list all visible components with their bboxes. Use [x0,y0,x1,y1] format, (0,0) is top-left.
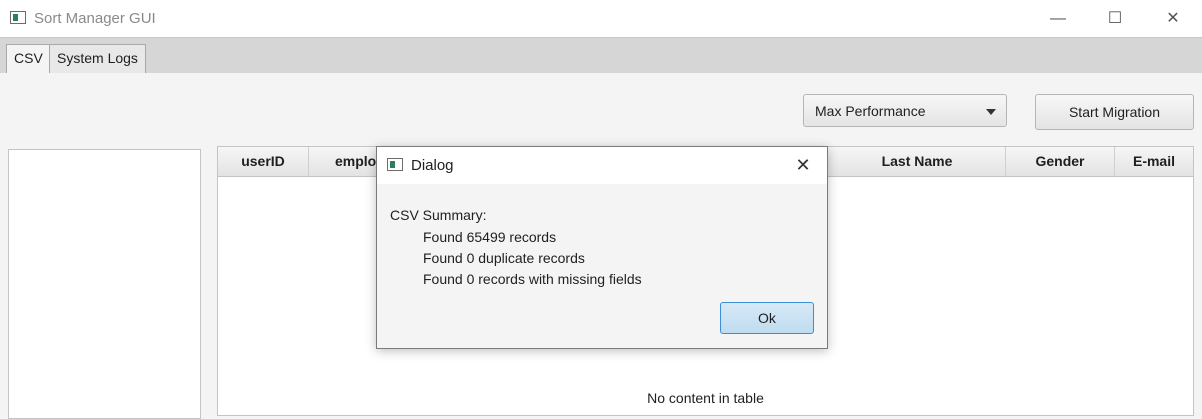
window-titlebar: Sort Manager GUI — ☐ ✕ [0,0,1202,37]
dialog-titlebar: Dialog ✕ [377,147,827,184]
column-header-gender[interactable]: Gender [1006,147,1115,176]
start-migration-button[interactable]: Start Migration [1035,94,1194,130]
file-list[interactable] [8,149,201,419]
column-header-email[interactable]: E-mail [1115,147,1193,176]
summary-heading: CSV Summary: [390,207,487,223]
tab-csv[interactable]: CSV [6,44,51,74]
summary-line: Found 0 duplicate records [423,250,585,266]
summary-line: Found 0 records with missing fields [423,271,642,287]
maximize-icon[interactable]: ☐ [1092,0,1138,37]
dialog-title: Dialog [411,157,454,174]
mode-select-value: Max Performance [815,103,926,119]
summary-line: Found 65499 records [423,229,557,245]
ok-button[interactable]: Ok [720,302,814,334]
column-header-userid[interactable]: userID [218,147,309,176]
close-icon[interactable]: ✕ [1150,0,1196,37]
app-icon [10,11,26,24]
close-icon[interactable]: ✕ [783,147,823,184]
table-empty-message: No content in table [647,390,764,406]
summary-dialog: Dialog ✕ CSV Summary: Found 65499 record… [376,146,828,349]
column-header-last-name[interactable]: Last Name [829,147,1006,176]
mode-select[interactable]: Max Performance [803,94,1007,127]
window-title: Sort Manager GUI [34,10,156,27]
tab-system-logs[interactable]: System Logs [49,44,146,73]
tab-bar: CSV System Logs [0,37,1202,74]
chevron-down-icon [986,109,996,115]
dialog-app-icon [387,158,403,171]
minimize-icon[interactable]: — [1035,0,1081,37]
